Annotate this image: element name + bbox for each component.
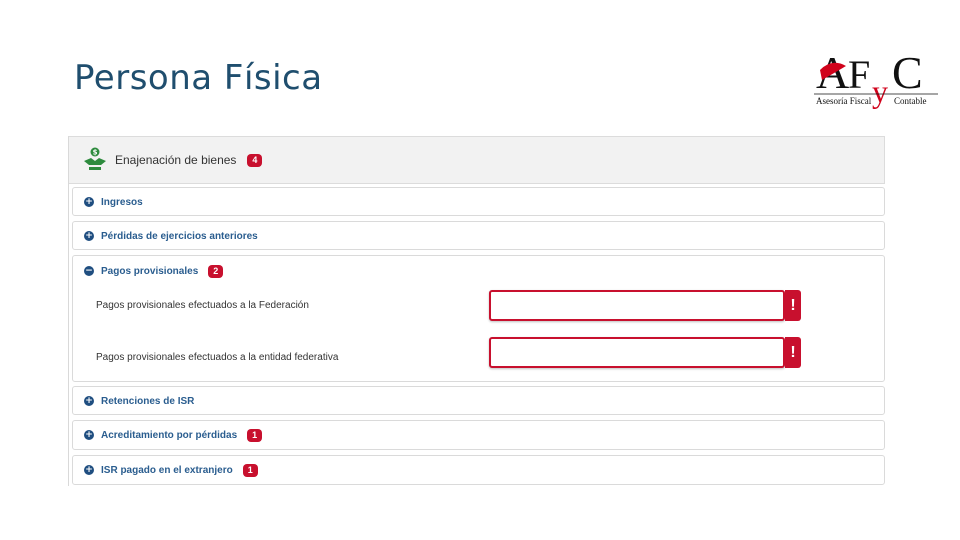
money-handshake-icon: $ [81, 146, 109, 174]
error-count-badge: 1 [247, 428, 263, 442]
section-label[interactable]: Retenciones de ISR [101, 396, 194, 407]
pagos-entidad-input[interactable] [489, 337, 785, 368]
plus-circle-icon[interactable]: + [84, 197, 94, 207]
svg-text:C: C [892, 47, 923, 98]
error-count-badge: 2 [208, 264, 224, 278]
field-row-federacion: Pagos provisionales efectuados a la Fede… [73, 290, 884, 324]
section-ingresos[interactable]: + Ingresos [72, 187, 885, 216]
company-logo: A F y C Asesoría Fiscal Contable [812, 40, 940, 122]
plus-circle-icon[interactable]: + [84, 465, 94, 475]
slide-title: Persona Física [74, 58, 323, 98]
svg-text:Asesoría Fiscal: Asesoría Fiscal [816, 96, 872, 106]
error-count-badge: 1 [242, 463, 258, 477]
section-label[interactable]: Acreditamiento por pérdidas [101, 430, 237, 441]
section-pagos-provisionales[interactable]: − Pagos provisionales 2 Pagos provisiona… [72, 255, 885, 382]
error-count-badge: 4 [247, 153, 263, 167]
plus-circle-icon[interactable]: + [84, 396, 94, 406]
field-label: Pagos provisionales efectuados a la Fede… [96, 300, 309, 311]
svg-text:F: F [848, 52, 870, 97]
pagos-federacion-input[interactable] [489, 290, 785, 321]
section-label[interactable]: ISR pagado en el extranjero [101, 465, 233, 476]
section-perdidas-anteriores[interactable]: + Pérdidas de ejercicios anteriores [72, 221, 885, 250]
error-alert-icon: ! [785, 290, 801, 321]
error-alert-icon: ! [785, 337, 801, 368]
panel-header[interactable]: $ Enajenación de bienes 4 [69, 136, 885, 184]
plus-circle-icon[interactable]: + [84, 430, 94, 440]
section-retenciones-isr[interactable]: + Retenciones de ISR [72, 386, 885, 415]
plus-circle-icon[interactable]: + [84, 231, 94, 241]
section-isr-extranjero[interactable]: + ISR pagado en el extranjero 1 [72, 455, 885, 485]
field-row-entidad: Pagos provisionales efectuados a la enti… [73, 337, 884, 371]
svg-text:y: y [872, 73, 888, 109]
section-label[interactable]: Pagos provisionales [101, 266, 198, 277]
svg-text:$: $ [93, 149, 98, 157]
section-label[interactable]: Ingresos [101, 197, 143, 208]
panel-title: Enajenación de bienes [115, 153, 237, 167]
field-label: Pagos provisionales efectuados a la enti… [96, 352, 339, 363]
section-label[interactable]: Pérdidas de ejercicios anteriores [101, 231, 258, 242]
minus-circle-icon[interactable]: − [84, 266, 94, 276]
section-acreditamiento-perdidas[interactable]: + Acreditamiento por pérdidas 1 [72, 420, 885, 450]
enajenacion-panel: $ Enajenación de bienes 4 + Ingresos + P… [68, 136, 885, 486]
svg-text:Contable: Contable [894, 96, 927, 106]
